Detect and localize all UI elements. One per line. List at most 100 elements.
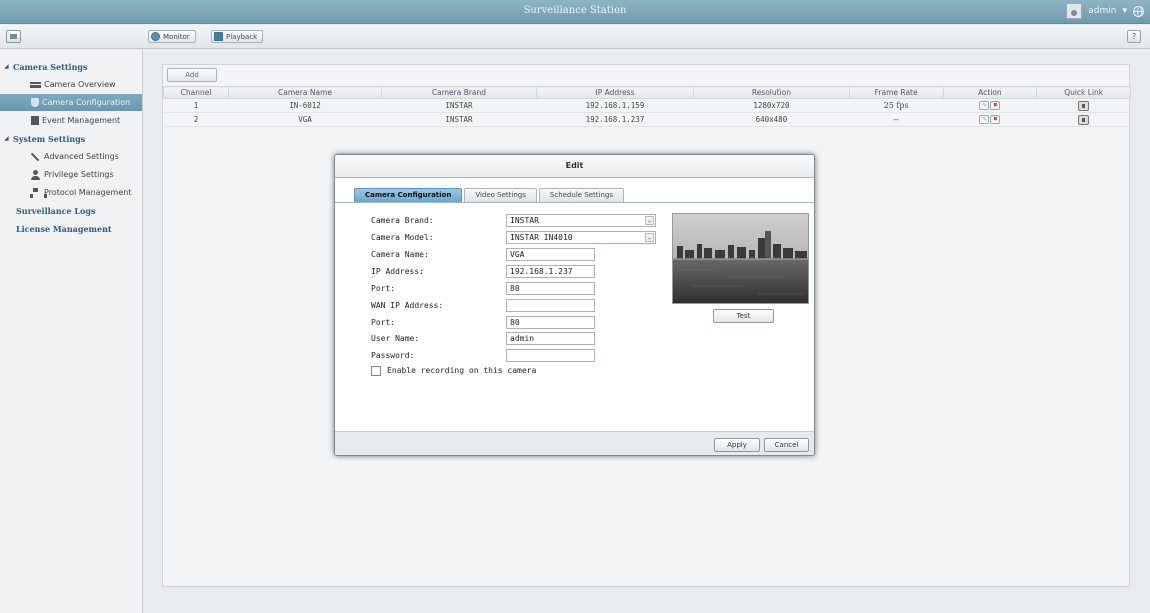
column-header[interactable]: Resolution — [693, 86, 850, 99]
sidebar-item-label: Advanced Settings — [44, 152, 119, 161]
collapse-arrow-icon: ◢ — [4, 135, 9, 142]
sidebar-item-label: Camera Configuration — [42, 98, 131, 107]
table-row[interactable]: 2 VGA INSTAR 192.168.1.237 640x480 -- ✎ ✖ — [163, 112, 1131, 127]
sidebar-item-camera-configuration[interactable]: Camera Configuration — [0, 94, 142, 111]
password-field[interactable] — [506, 349, 595, 362]
table-row[interactable]: 1 IN-6012 INSTAR 192.168.1.159 1280x720 … — [163, 98, 1131, 113]
wan-port-label: Port: — [371, 318, 396, 327]
toolbar: Monitor Playback ? — [0, 25, 1150, 49]
column-header[interactable]: Frame Rate — [848, 86, 944, 99]
chevron-down-icon: ▾ — [1122, 6, 1127, 16]
camera-model-select[interactable]: INSTAR IN4010 ⌄ — [506, 231, 656, 244]
camera-name-field[interactable]: VGA — [506, 248, 595, 261]
dialog-title: Edit — [335, 155, 814, 178]
camera-brand-select[interactable]: INSTAR ⌄ — [506, 214, 656, 227]
playback-button[interactable]: Playback — [211, 30, 264, 43]
username: admin — [1088, 6, 1117, 16]
column-header[interactable]: IP Address — [535, 86, 695, 99]
camera-brand-value: INSTAR — [510, 216, 539, 225]
enable-recording-checkbox[interactable] — [371, 366, 381, 376]
cell-action: ✎ ✖ — [943, 112, 1037, 127]
avatar-icon — [1066, 3, 1083, 19]
main-menu-button[interactable] — [6, 30, 21, 43]
chevron-down-icon[interactable]: ⌄ — [645, 216, 654, 225]
cell-quick-link — [1036, 112, 1131, 127]
cancel-button[interactable]: Cancel — [764, 438, 809, 452]
sidebar: ◢ Camera Settings Camera Overview Camera… — [0, 50, 143, 613]
help-button[interactable]: ? — [1127, 30, 1141, 43]
monitor-button[interactable]: Monitor — [148, 30, 196, 43]
event-icon — [31, 116, 39, 125]
cell-quick-link — [1036, 98, 1131, 113]
tab-video-settings[interactable]: Video Settings — [464, 188, 537, 202]
wan-ip-address-field[interactable] — [506, 299, 595, 312]
camera-brand-label: Camera Brand: — [371, 216, 434, 225]
cell-ip-address: 192.168.1.159 — [536, 98, 694, 113]
user-name-field[interactable]: admin — [506, 332, 595, 345]
column-header[interactable]: Camera Brand — [381, 86, 537, 99]
sidebar-group-camera-settings[interactable]: ◢ Camera Settings — [0, 58, 142, 75]
collapse-arrow-icon: ◢ — [4, 63, 9, 70]
ip-address-label: IP Address: — [371, 267, 424, 276]
sidebar-group-system-settings[interactable]: ◢ System Settings — [0, 130, 142, 147]
dialog-tabs: Camera Configuration Video Settings Sche… — [354, 188, 625, 202]
chevron-down-icon[interactable]: ⌄ — [645, 233, 654, 242]
tab-divider — [335, 202, 814, 203]
user-menu[interactable]: admin ▾ — [1066, 3, 1144, 19]
title-bar: Surveillance Station admin ▾ — [0, 0, 1150, 24]
tab-camera-configuration[interactable]: Camera Configuration — [354, 188, 463, 202]
sidebar-group-label: Camera Settings — [13, 61, 88, 72]
sidebar-item-advanced-settings[interactable]: Advanced Settings — [0, 148, 142, 165]
sidebar-item-protocol-management[interactable]: Protocol Management — [0, 184, 142, 201]
monitor-icon — [151, 32, 160, 41]
cell-frame-rate: -- — [849, 112, 944, 127]
password-label: Password: — [371, 351, 415, 360]
app-title: Surveillance Station — [523, 5, 627, 16]
delete-icon[interactable]: ✖ — [990, 115, 1001, 125]
edit-dialog: Edit Camera Configuration Video Settings… — [334, 154, 815, 456]
add-camera-button[interactable]: Add — [167, 68, 217, 82]
sidebar-item-label: Camera Overview — [44, 80, 116, 89]
globe-icon[interactable] — [1133, 5, 1144, 17]
wan-ip-address-label: WAN IP Address: — [371, 301, 444, 310]
sidebar-item-surveillance-logs[interactable]: Surveillance Logs — [0, 202, 142, 219]
wrench-icon — [30, 152, 41, 162]
edit-icon[interactable]: ✎ — [979, 115, 990, 125]
column-header[interactable]: Channel — [162, 86, 230, 99]
ip-address-field[interactable]: 192.168.1.237 — [506, 265, 595, 278]
camera-model-value: INSTAR IN4010 — [510, 233, 573, 242]
apply-button[interactable]: Apply — [714, 438, 760, 452]
playback-label: Playback — [226, 32, 258, 41]
wan-port-field[interactable]: 80 — [506, 316, 595, 329]
tab-schedule-settings[interactable]: Schedule Settings — [538, 188, 625, 202]
network-icon — [30, 187, 47, 198]
user-icon — [30, 169, 41, 180]
user-name-label: User Name: — [371, 334, 420, 343]
test-button[interactable]: Test — [713, 309, 774, 323]
sidebar-item-camera-overview[interactable]: Camera Overview — [0, 76, 142, 93]
camera-table: Channel Camera Name Camera Brand IP Addr… — [162, 86, 1131, 127]
port-field[interactable]: 80 — [506, 282, 595, 295]
sidebar-item-license-management[interactable]: License Management — [0, 220, 142, 237]
camera-config-icon — [31, 98, 39, 107]
cell-channel: 2 — [163, 112, 229, 127]
enable-recording-label: Enable recording on this camera — [387, 366, 537, 375]
delete-icon[interactable]: ✖ — [990, 101, 1001, 111]
monitor-label: Monitor — [163, 32, 190, 41]
edit-icon[interactable]: ✎ — [979, 101, 990, 111]
column-header: Action — [942, 86, 1038, 99]
cell-camera-name: VGA — [228, 112, 382, 127]
column-header: Quick Link — [1036, 86, 1131, 99]
sidebar-item-privilege-settings[interactable]: Privilege Settings — [0, 166, 142, 183]
sidebar-item-label: Surveillance Logs — [16, 205, 96, 216]
column-header[interactable]: Camera Name — [228, 86, 383, 99]
cell-frame-rate: 25 fps — [849, 98, 944, 113]
quick-link-icon[interactable] — [1078, 100, 1090, 111]
port-label: Port: — [371, 284, 396, 293]
cell-resolution: 1280x720 — [693, 98, 850, 113]
sidebar-item-event-management[interactable]: Event Management — [0, 112, 142, 129]
cell-channel: 1 — [163, 98, 229, 113]
quick-link-icon[interactable] — [1078, 114, 1090, 125]
cell-action: ✎ ✖ — [943, 98, 1037, 113]
cell-camera-brand: INSTAR — [381, 112, 537, 127]
